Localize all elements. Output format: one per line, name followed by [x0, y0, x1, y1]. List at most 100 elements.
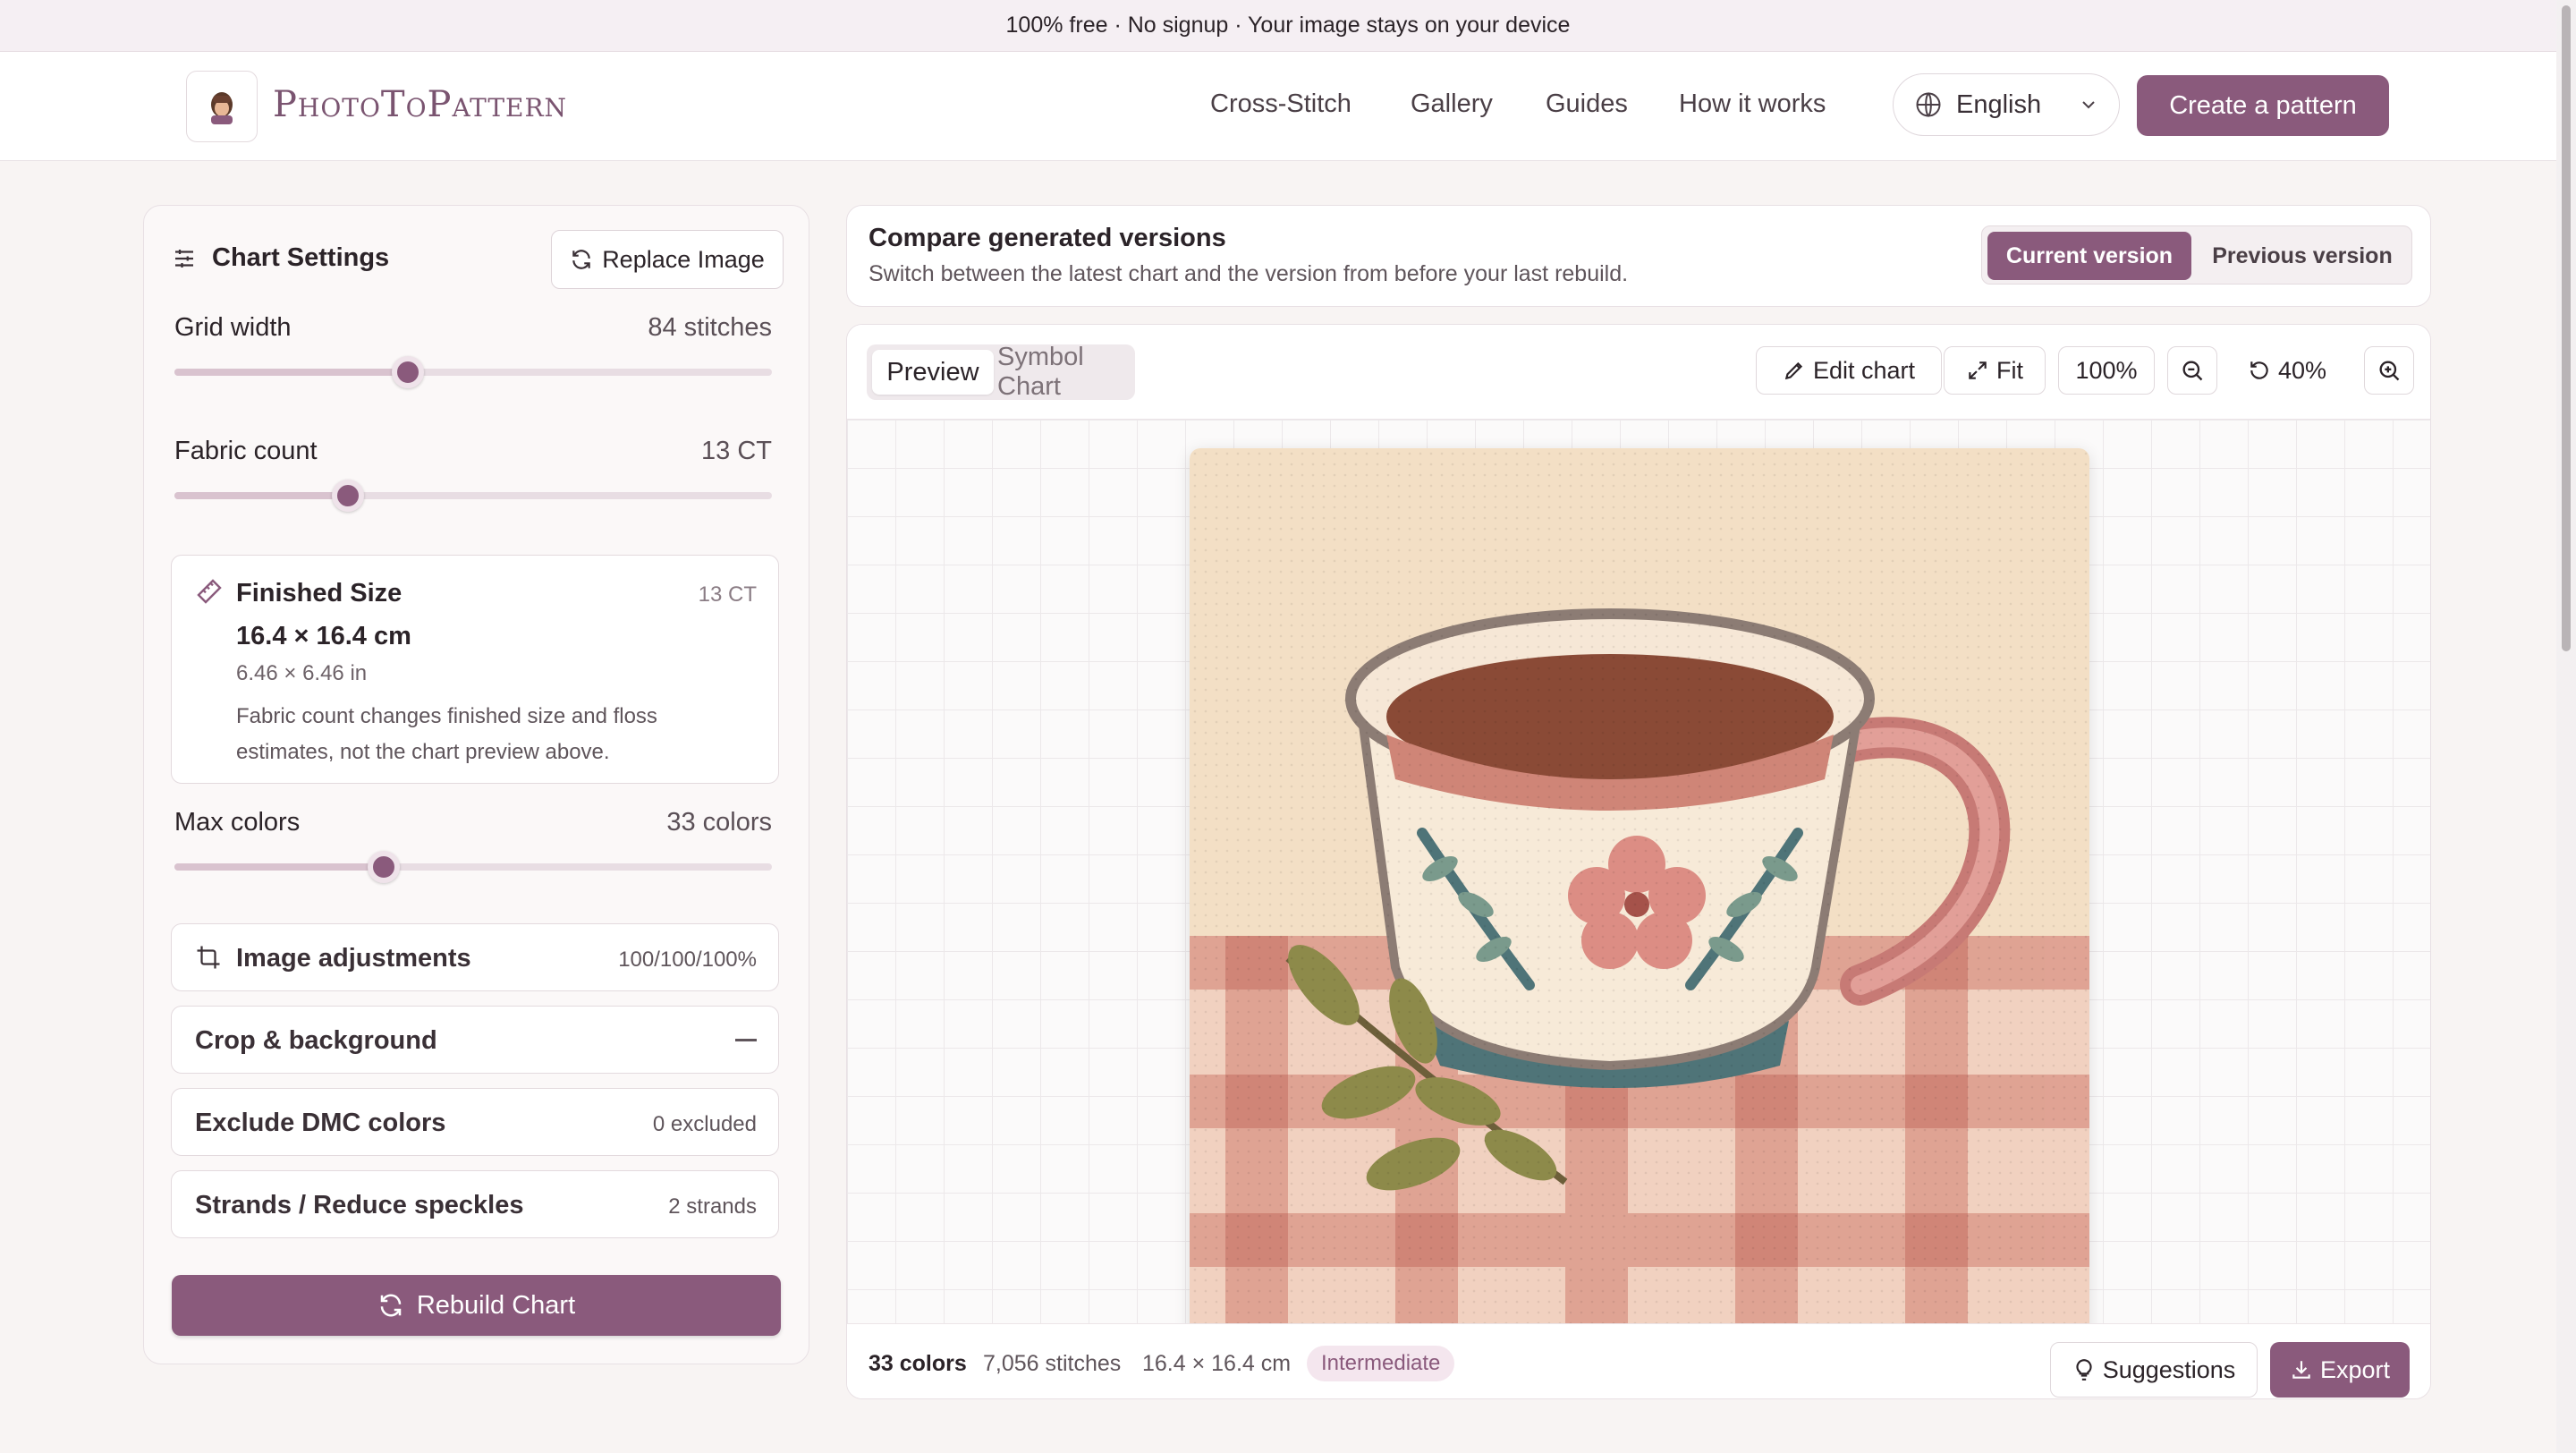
zoom-out-icon [2182, 361, 2203, 381]
chevron-down-icon [2082, 101, 2095, 109]
zoom-in-icon [2379, 361, 2400, 381]
view-tabs: Preview Symbol Chart [867, 343, 1135, 401]
announcement-banner: 100% free · No signup · Your image stays… [0, 0, 2576, 52]
chart-canvas[interactable] [847, 420, 2430, 1323]
version-toggle: Current version Previous version [1981, 225, 2412, 285]
current-version-button[interactable]: Current version [1987, 232, 2191, 280]
nav-gallery[interactable]: Gallery [1411, 89, 1493, 119]
teacup-pattern-image [1190, 448, 2089, 1323]
fabric-count-thumb[interactable] [331, 480, 364, 512]
stat-size: 16.4 × 16.4 cm [1142, 1351, 1292, 1376]
language-select[interactable]: English [1893, 73, 2120, 136]
max-colors-label: Max colors [174, 808, 301, 837]
rebuild-chart-button[interactable]: Rebuild Chart [172, 1275, 781, 1336]
suggestions-label: Suggestions [2102, 1355, 2236, 1383]
edit-chart-button[interactable]: Edit chart [1756, 346, 1942, 395]
sliders-icon [175, 249, 193, 268]
rebuild-chart-label: Rebuild Chart [416, 1290, 576, 1320]
nav-guides[interactable]: Guides [1546, 89, 1628, 119]
finished-size-cm: 16.4 × 16.4 cm [236, 622, 411, 650]
max-colors-slider[interactable] [174, 851, 772, 883]
exclude-dmc-label: Exclude DMC colors [195, 1109, 446, 1137]
zoom-reset-button[interactable]: 100% [2058, 346, 2155, 395]
stat-stitches: 7,056 stitches [983, 1351, 1122, 1376]
compare-subtitle: Switch between the latest chart and the … [869, 261, 1629, 286]
finished-size-badge: 13 CT [698, 582, 757, 607]
download-icon [2292, 1361, 2310, 1379]
fabric-count-slider[interactable] [174, 480, 772, 512]
finished-size-title: Finished Size [236, 579, 402, 608]
refresh-icon [572, 250, 590, 269]
export-button[interactable]: Export [2270, 1342, 2410, 1398]
page-scrollbar[interactable] [2556, 0, 2576, 1453]
previous-version-button[interactable]: Previous version [2197, 232, 2408, 280]
crop-icon [197, 946, 220, 969]
banner-text: 100% free · No signup · Your image stays… [1005, 13, 1571, 38]
chart-settings-title: Chart Settings [212, 243, 390, 272]
crop-background-label: Crop & background [195, 1026, 437, 1055]
replace-image-label: Replace Image [602, 245, 765, 273]
replace-image-button[interactable]: Replace Image [551, 230, 784, 289]
image-adjustments-value: 100/100/100% [618, 947, 757, 972]
language-label: English [1956, 89, 2042, 119]
preview-toolbar: Preview Symbol Chart Edit chart Fit 100% [847, 325, 2430, 420]
compare-title: Compare generated versions [869, 224, 1226, 252]
fit-button[interactable]: Fit [1944, 346, 2046, 395]
scrollbar-thumb[interactable] [2562, 5, 2571, 651]
fabric-count-value: 13 CT [701, 437, 772, 465]
max-colors-fill [174, 863, 384, 871]
suggestions-button[interactable]: Suggestions [2050, 1342, 2258, 1398]
grid-width-label: Grid width [174, 313, 292, 342]
nav-how-it-works[interactable]: How it works [1679, 89, 1826, 119]
globe-icon [1916, 92, 1941, 117]
rotate-ccw-icon [2250, 361, 2268, 379]
zoom-in-button[interactable] [2364, 346, 2414, 395]
refresh-icon [380, 1294, 402, 1317]
pencil-icon [1784, 361, 1803, 380]
chart-settings-header: Chart Settings [171, 243, 389, 273]
finished-size-card: Finished Size 13 CT 16.4 × 16.4 cm 6.46 … [171, 555, 779, 784]
image-adjustments-label: Image adjustments [236, 944, 471, 973]
exclude-dmc-value: 0 excluded [652, 1112, 757, 1136]
chart-settings-panel: Chart Settings Replace Image Grid width … [143, 205, 809, 1364]
fabric-count-label: Fabric count [174, 437, 318, 465]
fabric-count-fill [174, 492, 348, 499]
strands-label: Strands / Reduce speckles [195, 1191, 524, 1219]
tab-preview[interactable]: Preview [872, 350, 994, 395]
brand-name[interactable]: PhotoToPattern [273, 84, 567, 125]
expand-icon [1969, 361, 1987, 379]
grid-width-slider[interactable] [174, 356, 772, 388]
logo-icon[interactable] [186, 71, 258, 142]
create-pattern-button[interactable]: Create a pattern [2137, 75, 2389, 136]
finished-size-inches: 6.46 × 6.46 in [236, 661, 368, 685]
chart-stats-bar: 33 colors 7,056 stitches 16.4 × 16.4 cm … [847, 1323, 2430, 1398]
lightbulb-icon [2076, 1359, 2092, 1381]
grid-width-thumb[interactable] [391, 356, 424, 388]
grid-width-fill [174, 369, 408, 376]
export-label: Export [2319, 1355, 2391, 1383]
site-header: PhotoToPattern Cross-Stitch Gallery Guid… [0, 52, 2576, 161]
exclude-dmc-section[interactable]: Exclude DMC colors 0 excluded [171, 1088, 779, 1156]
image-adjustments-section[interactable]: Image adjustments 100/100/100% [171, 923, 779, 991]
compare-versions-card: Compare generated versions Switch betwee… [846, 205, 2431, 307]
max-colors-thumb[interactable] [367, 851, 400, 883]
crop-background-section[interactable]: Crop & background [171, 1006, 779, 1074]
grid-width-value: 84 stitches [648, 313, 772, 342]
edit-chart-label: Edit chart [1812, 356, 1916, 384]
nav-cross-stitch[interactable]: Cross-Stitch [1210, 89, 1352, 119]
chart-preview-card: Preview Symbol Chart Edit chart Fit 100% [846, 324, 2431, 1399]
strands-section[interactable]: Strands / Reduce speckles 2 strands [171, 1170, 779, 1238]
zoom-out-button[interactable] [2167, 346, 2217, 395]
max-colors-value: 33 colors [666, 808, 772, 837]
difficulty-badge: Intermediate [1307, 1346, 1455, 1381]
tab-symbol-chart[interactable]: Symbol Chart [997, 343, 1131, 401]
collapse-icon [735, 1039, 757, 1041]
zoom-level[interactable]: 40% [2248, 346, 2326, 395]
fit-label: Fit [1996, 356, 2023, 384]
stat-colors: 33 colors [869, 1351, 967, 1376]
zoom-level-label: 40% [2278, 356, 2327, 384]
finished-size-note: Fabric count changes finished size and f… [236, 704, 657, 764]
pattern-preview-image[interactable] [1190, 448, 2089, 1323]
ruler-icon [197, 579, 222, 604]
strands-value: 2 strands [668, 1194, 757, 1219]
